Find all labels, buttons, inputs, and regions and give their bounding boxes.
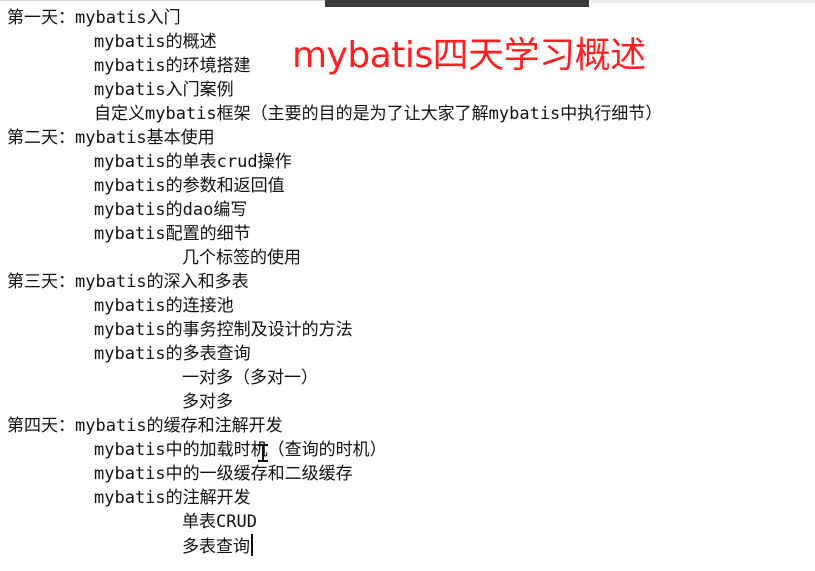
day1-item: mybatis的概述 [94,32,217,52]
day3-heading: 第三天：mybatis的深入和多表 [7,272,249,292]
day1-item: 自定义mybatis框架（主要的目的是为了让大家了解mybatis中执行细节） [94,104,663,124]
day4-item: mybatis中的加载时机（查询的时机） [94,440,387,460]
day3-item: mybatis的事务控制及设计的方法 [94,320,353,340]
overlay-title: mybatis四天学习概述 [292,35,646,76]
day2-item: mybatis的参数和返回值 [94,176,285,196]
day2-item: mybatis配置的细节 [94,224,251,244]
ibeam-cursor-icon [258,444,268,462]
day2-subitem: 几个标签的使用 [182,248,301,268]
day4-item: mybatis的注解开发 [94,488,251,508]
day4-heading: 第四天：mybatis的缓存和注解开发 [7,416,283,436]
day4-subitem: 多表查询 [182,537,250,557]
ibeam-bottom [258,460,268,462]
document-page: 第一天：mybatis入门 mybatis的概述 mybatis的环境搭建 my… [0,0,815,571]
text-caret [251,534,253,556]
day1-item: mybatis的环境搭建 [94,56,251,76]
day3-subitem: 一对多（多对一） [182,368,318,388]
day2-item: mybatis的dao编写 [94,200,248,220]
day4-item: mybatis中的一级缓存和二级缓存 [94,464,353,484]
day3-item: mybatis的连接池 [94,296,234,316]
day4-subitem: 单表CRUD [182,512,257,532]
day4-subitem-row: 多表查询 [182,534,253,559]
text-editor-content[interactable]: 第一天：mybatis入门 mybatis的概述 mybatis的环境搭建 my… [0,0,815,571]
day1-item: mybatis入门案例 [94,80,234,100]
day3-item: mybatis的多表查询 [94,344,251,364]
day2-item: mybatis的单表crud操作 [94,152,292,172]
day1-heading: 第一天：mybatis入门 [7,8,181,28]
day2-heading: 第二天：mybatis基本使用 [7,128,215,148]
day3-subitem: 多对多 [182,392,233,412]
